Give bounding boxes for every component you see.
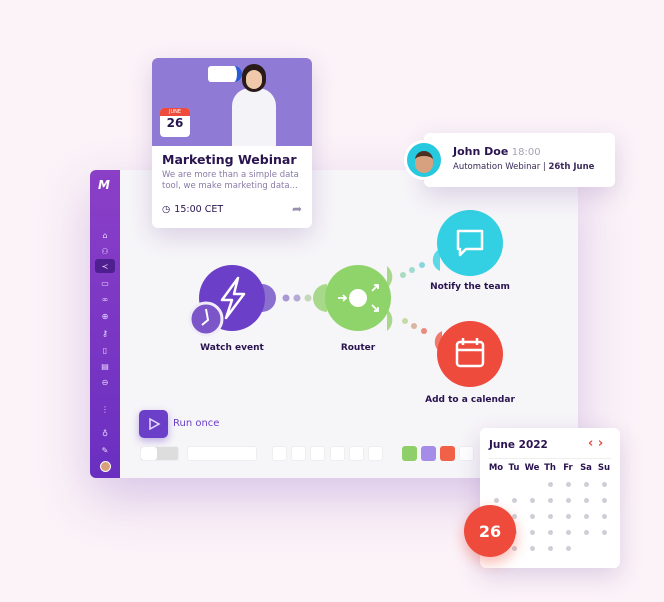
calendar-day[interactable] xyxy=(566,530,571,535)
scheduling-toggle[interactable] xyxy=(140,446,179,461)
calendar-day[interactable] xyxy=(602,498,607,503)
calendar-day[interactable] xyxy=(530,530,535,535)
calendar-day[interactable] xyxy=(566,546,571,551)
clock-icon: ◷ xyxy=(162,203,171,215)
toolbar-button[interactable] xyxy=(349,446,364,461)
node-label: Router xyxy=(340,343,376,353)
calendar-day[interactable] xyxy=(566,482,571,487)
calendar-day[interactable] xyxy=(548,482,553,487)
message-text: Automation Webinar | xyxy=(453,162,549,172)
run-once-label[interactable]: Run once xyxy=(173,418,219,429)
toolbar-color-purple[interactable] xyxy=(421,446,436,461)
sender-name: John Doe xyxy=(453,145,509,158)
node-router[interactable] xyxy=(313,265,393,331)
calendar-day[interactable] xyxy=(584,514,589,519)
weekday: We xyxy=(524,463,540,473)
toolbar-button[interactable] xyxy=(368,446,383,461)
calendar-day[interactable] xyxy=(530,514,535,519)
notification-card[interactable]: John Doe 18:00 Automation Webinar | 26th… xyxy=(424,133,615,187)
webinar-card[interactable]: JUNE 26 Marketing Webinar We are more th… xyxy=(152,58,312,228)
toolbar-button[interactable] xyxy=(310,446,325,461)
webinar-title: Marketing Webinar xyxy=(162,152,297,167)
calendar-day[interactable] xyxy=(584,498,589,503)
webinar-description: We are more than a simple data tool, we … xyxy=(162,170,299,191)
calendar-day[interactable] xyxy=(530,546,535,551)
calendar-day[interactable] xyxy=(512,546,517,551)
calendar-day[interactable] xyxy=(584,482,589,487)
calendar-day[interactable] xyxy=(494,498,499,503)
next-month-icon[interactable]: › xyxy=(598,436,603,451)
message-date: 26th June xyxy=(548,162,595,172)
calendar-day[interactable] xyxy=(548,530,553,535)
node-add-calendar[interactable] xyxy=(434,321,503,387)
weekday: Tu xyxy=(508,463,520,473)
weekday: Mo xyxy=(488,463,504,473)
toolbar-color-red[interactable] xyxy=(440,446,455,461)
node-label: Notify the team xyxy=(430,282,510,292)
share-icon[interactable]: ➦ xyxy=(292,202,302,216)
calendar-day[interactable] xyxy=(548,498,553,503)
toolbar-button[interactable] xyxy=(459,446,474,461)
calendar-day[interactable] xyxy=(566,498,571,503)
weekday: Th xyxy=(544,463,556,473)
node-label: Watch event xyxy=(200,343,264,353)
calendar-day[interactable] xyxy=(566,514,571,519)
toolbar-button[interactable] xyxy=(330,446,345,461)
calendar-day[interactable] xyxy=(584,530,589,535)
weekday: Fr xyxy=(563,463,573,473)
calendar-month: June 2022 xyxy=(489,439,548,451)
node-notify-team[interactable] xyxy=(432,210,503,276)
webinar-time: 15:00 CET xyxy=(174,203,224,215)
toolbar-color-green[interactable] xyxy=(402,446,417,461)
selected-day[interactable]: 26 xyxy=(464,505,516,557)
weekday: Sa xyxy=(580,463,592,473)
toolbar-field[interactable] xyxy=(187,446,257,461)
node-watch-event[interactable] xyxy=(188,265,276,337)
calendar-day[interactable] xyxy=(548,514,553,519)
calendar-day[interactable] xyxy=(602,530,607,535)
avatar xyxy=(404,140,444,180)
clock-icon xyxy=(188,301,224,337)
toolbar-button[interactable] xyxy=(272,446,287,461)
weekday: Su xyxy=(597,463,611,473)
calendar-day[interactable] xyxy=(602,514,607,519)
calendar-day[interactable] xyxy=(512,498,517,503)
calendar-day[interactable] xyxy=(548,546,553,551)
message-time: 18:00 xyxy=(511,147,541,158)
divider xyxy=(489,458,611,459)
calendar-day[interactable] xyxy=(530,498,535,503)
node-label: Add to a calendar xyxy=(425,395,515,405)
prev-month-icon[interactable]: ‹ xyxy=(588,436,593,451)
webinar-image: JUNE 26 xyxy=(152,58,312,146)
run-once-button[interactable] xyxy=(139,410,168,438)
megaphone-icon xyxy=(208,66,242,82)
calendar-day[interactable] xyxy=(602,482,607,487)
play-icon xyxy=(148,417,161,431)
toolbar-button[interactable] xyxy=(291,446,306,461)
date-badge: JUNE 26 xyxy=(160,108,190,137)
